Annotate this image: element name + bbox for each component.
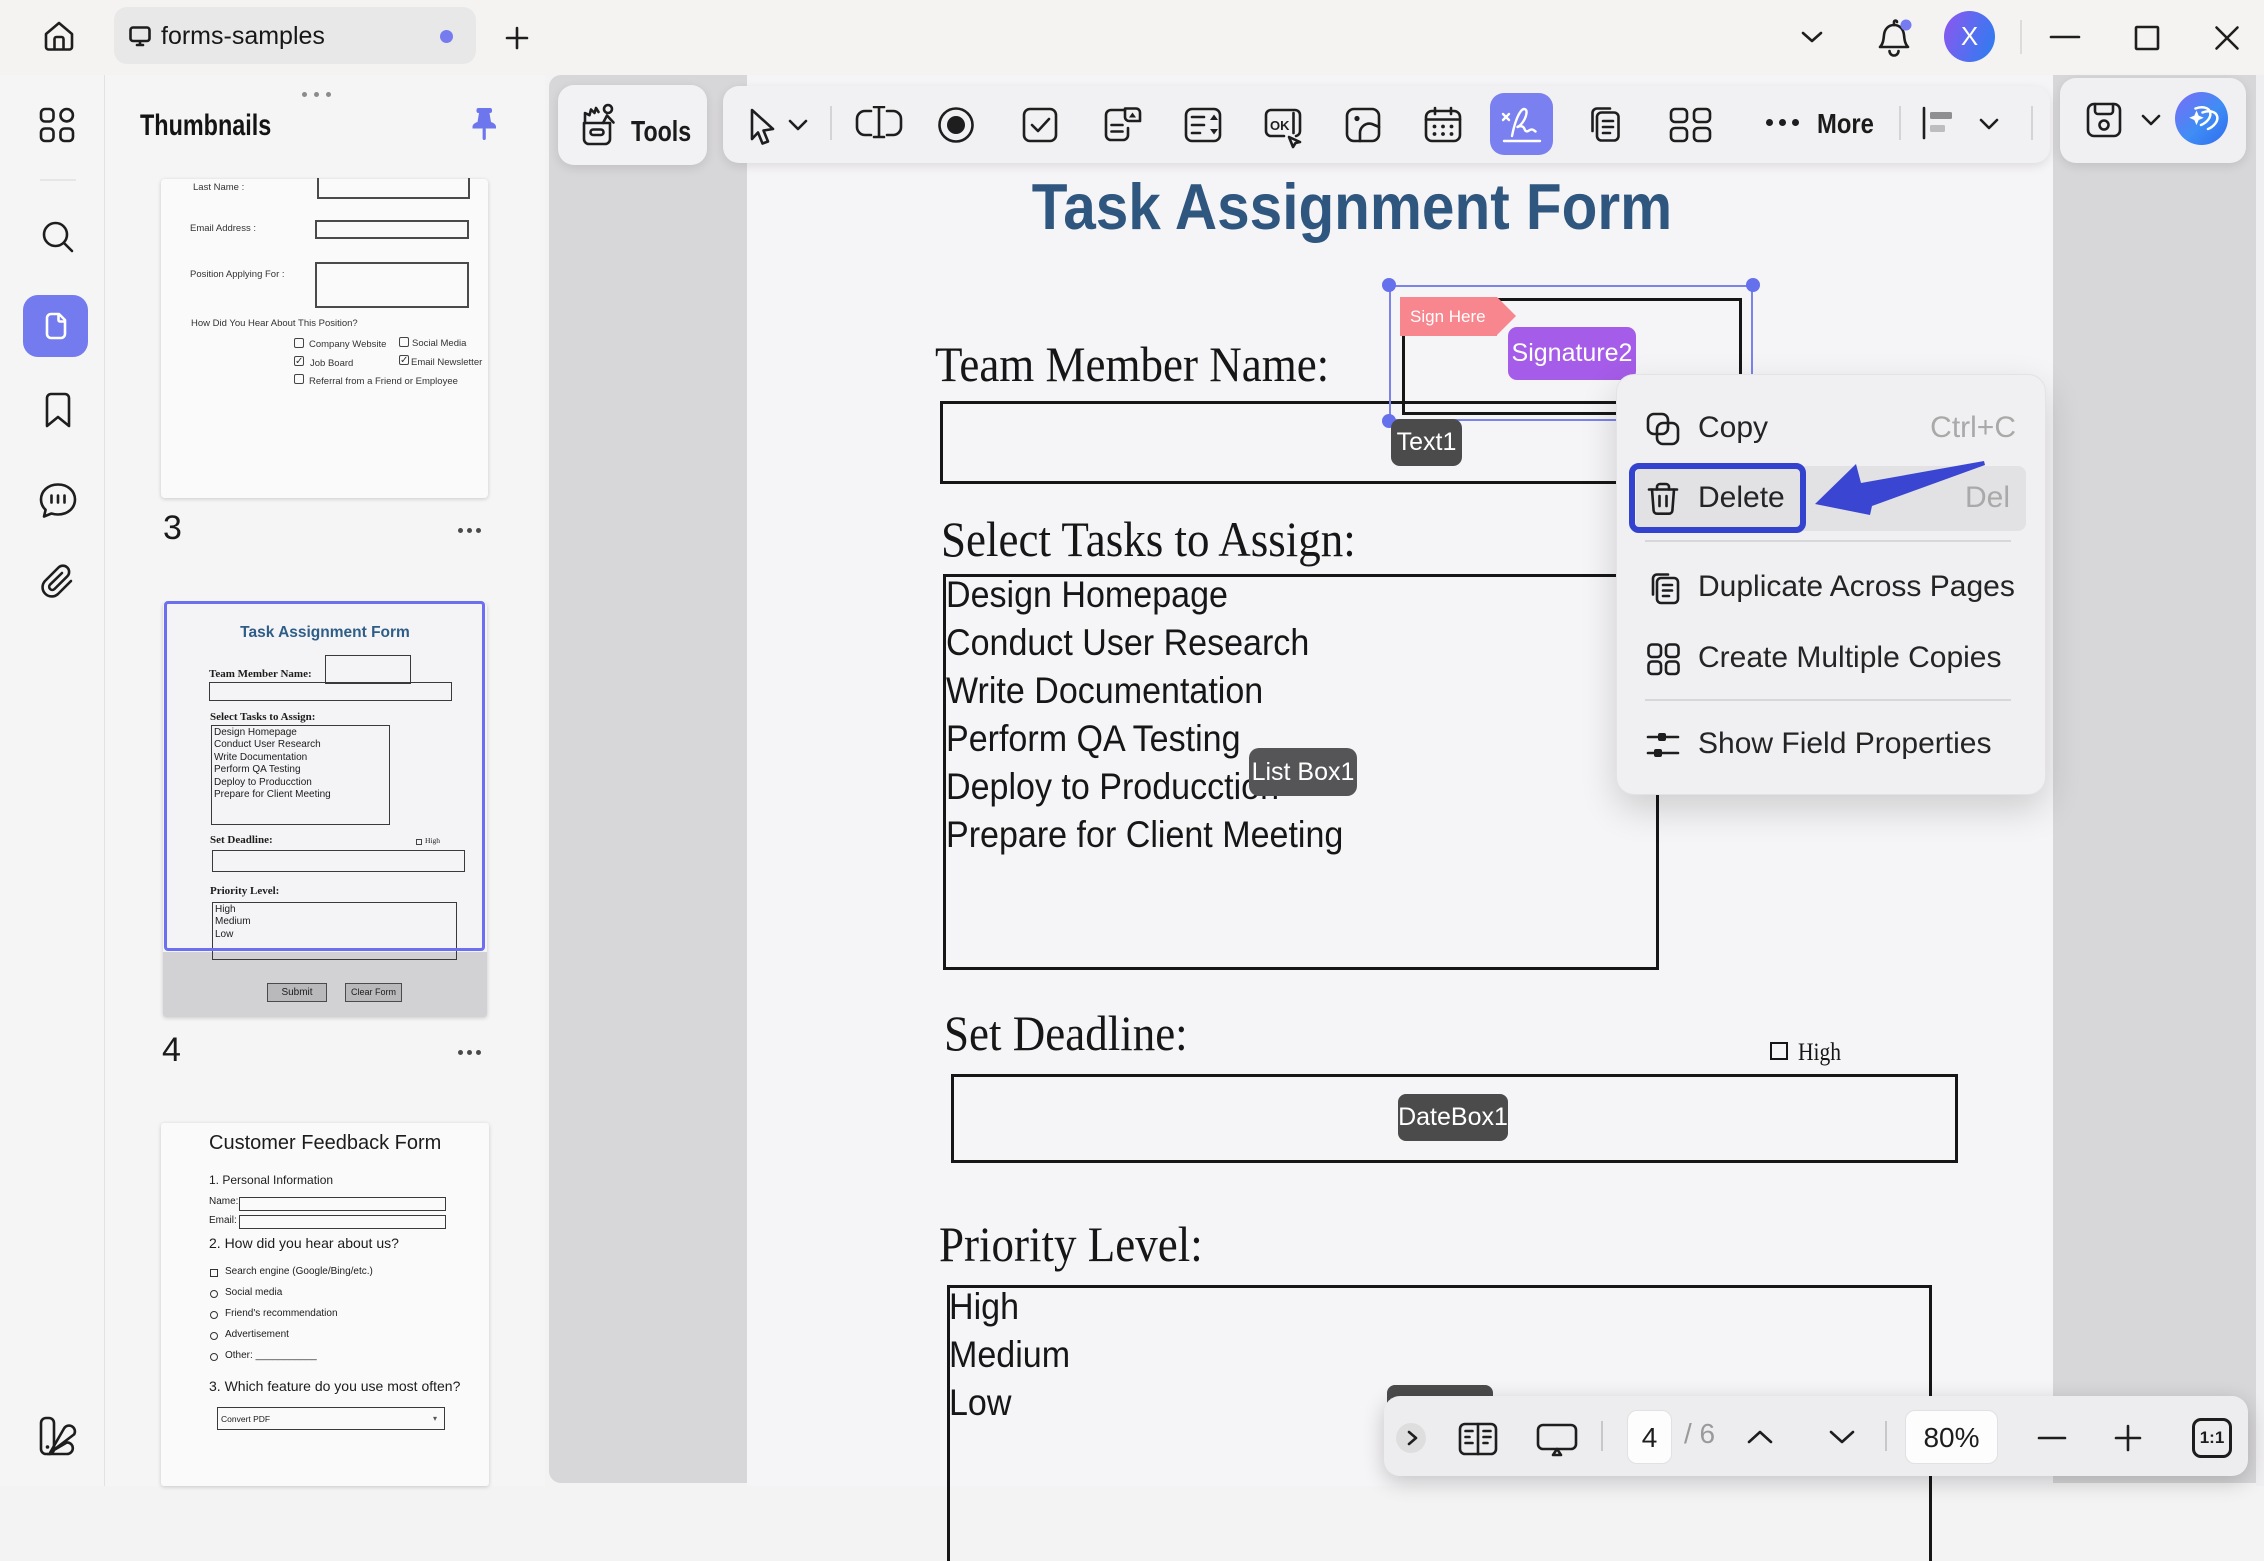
svg-text:OK: OK xyxy=(1270,118,1290,133)
